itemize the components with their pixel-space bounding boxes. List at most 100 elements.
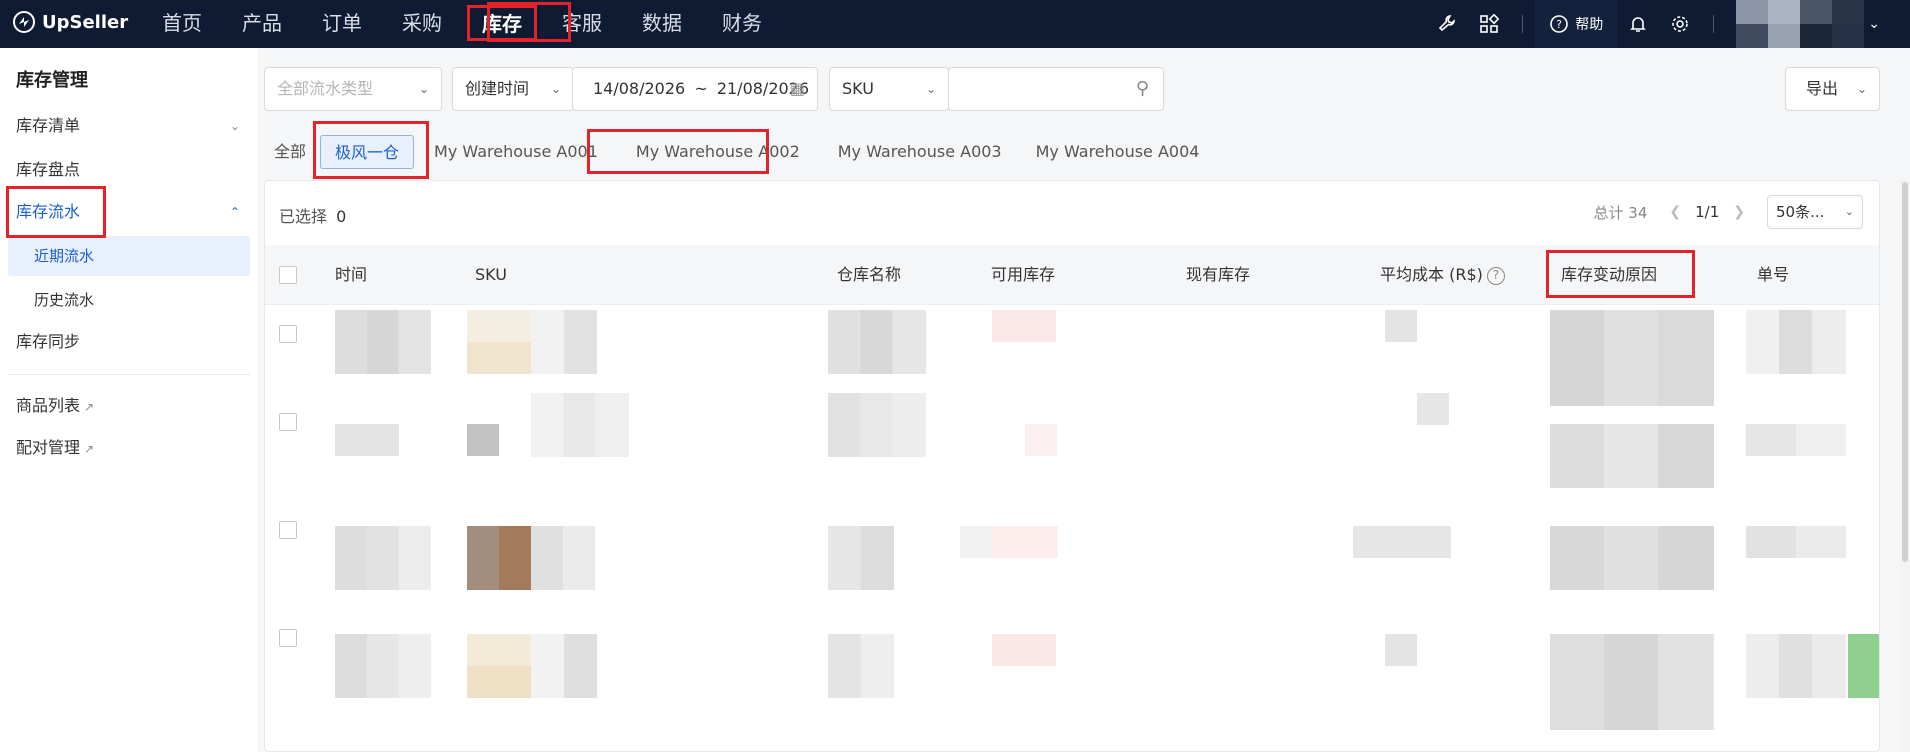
chevron-down-icon: ⌄ [1844,205,1854,218]
chevron-up-icon: ⌃ [229,205,240,219]
sidebar-item-inventory-flow[interactable]: 库存流水 ⌃ [0,192,250,232]
sidebar-item-product-list[interactable]: 商品列表 ↗ [0,386,250,426]
column-warehouse-name[interactable]: 仓库名称 [837,245,901,305]
sidebar-item-label: 配对管理 [16,438,81,457]
sidebar-item-history-flow[interactable]: 历史流水 [8,280,250,320]
sidebar-item-label: 历史流水 [34,291,95,309]
tab-warehouse-a004[interactable]: My Warehouse A004 [1022,135,1214,169]
search-field-select[interactable]: SKU ⌄ [829,67,949,111]
search-input[interactable]: ⚲ [948,67,1164,111]
svg-text:?: ? [1556,18,1562,31]
help-circle-icon: ? [1550,15,1569,33]
sidebar-item-inventory-list[interactable]: 库存清单 ⌄ [0,106,250,146]
redacted-order [1746,424,1846,456]
redacted-available [1025,424,1057,456]
nav-home-label: 首页 [162,11,202,35]
nav-home[interactable]: 首页 [142,0,222,48]
avatar[interactable] [1736,0,1865,48]
redacted-order [1746,526,1846,558]
redacted-cost [1353,526,1451,558]
bell-icon[interactable] [1627,13,1649,35]
sidebar-item-inventory-sync[interactable]: 库存同步 [0,322,250,362]
sidebar-item-label: 库存流水 [16,202,81,221]
sidebar-title: 库存管理 [16,70,88,91]
app-logo[interactable]: UpSeller [12,10,128,34]
flow-table-card: 已选择 0 总计 34 ❮ 1/1 ❯ 50条... ⌄ 时间 SKU 仓库名称… [264,180,1880,752]
sidebar-item-stocktake[interactable]: 库存盘点 [0,150,250,190]
prev-page-icon[interactable]: ❮ [1669,204,1681,220]
row-checkbox[interactable] [279,629,297,647]
redacted-sku-image [467,634,531,698]
column-sku[interactable]: SKU [475,245,507,305]
tab-jifeng-warehouse[interactable]: 极风一仓 [320,135,415,169]
nav-purchasing[interactable]: 采购 [382,0,462,48]
column-average-cost[interactable]: 平均成本 (R$)? [1380,245,1505,305]
column-available-stock[interactable]: 可用库存 [991,245,1055,305]
nav-customer-service[interactable]: 客服 [542,0,622,48]
search-icon[interactable]: ⚲ [1136,68,1149,110]
redacted-cost [1385,634,1417,666]
nav-products[interactable]: 产品 [222,0,302,48]
flow-type-select[interactable]: 全部流水类型 ⌄ [264,67,442,111]
warehouse-tabs: 全部 极风一仓 My Warehouse A001 My Warehouse A… [264,132,1217,172]
nav-orders-label: 订单 [322,11,362,35]
tab-warehouse-a002[interactable]: My Warehouse A002 [622,135,814,169]
page-size-select[interactable]: 50条... ⌄ [1767,195,1863,229]
tab-warehouse-a003[interactable]: My Warehouse A003 [824,135,1016,169]
nav-orders[interactable]: 订单 [302,0,382,48]
tab-warehouse-a001[interactable]: My Warehouse A001 [420,135,612,169]
redacted-time [335,526,431,590]
column-onhand-stock[interactable]: 现有库存 [1186,245,1250,305]
table-row[interactable] [265,305,1879,413]
wrench-icon[interactable] [1436,13,1458,35]
scrollbar-thumb[interactable] [1902,182,1908,562]
apps-grid-icon[interactable] [1478,13,1500,35]
sidebar-item-recent-flow[interactable]: 近期流水 [8,236,250,276]
nav-inventory[interactable]: 库存 [462,0,542,48]
redacted-order [1746,634,1846,698]
nav-finance-label: 财务 [722,11,762,35]
page-number: 1/1 [1695,203,1720,221]
redacted-time [335,424,399,456]
export-label: 导出 [1806,79,1839,98]
next-page-icon[interactable]: ❯ [1733,204,1745,220]
redacted-warehouse [828,634,894,698]
row-checkbox[interactable] [279,521,297,539]
calendar-icon: ▦ [789,79,805,98]
redacted-time [335,634,431,698]
time-type-value: 创建时间 [465,79,530,98]
table-toolbar: 已选择 0 总计 34 ❮ 1/1 ❯ 50条... ⌄ [265,181,1879,245]
help-label: 帮助 [1575,17,1604,33]
sidebar-item-label: 库存盘点 [16,160,81,179]
column-order-number[interactable]: 单号 [1757,245,1789,305]
logo-text: UpSeller [42,11,129,33]
chevron-down-icon: ⌄ [550,82,561,96]
chevron-down-icon: ⌄ [229,119,240,133]
column-time[interactable]: 时间 [335,245,367,305]
export-button[interactable]: 导出 ⌄ [1785,67,1880,111]
tab-all[interactable]: 全部 [264,135,316,169]
help-circle-icon[interactable]: ? [1486,266,1505,285]
gear-icon[interactable] [1669,13,1691,35]
table-row[interactable] [265,629,1879,737]
selected-count: 已选择 0 [279,203,346,227]
external-link-icon: ↗ [84,400,95,414]
select-all-checkbox[interactable] [279,266,297,284]
top-navigation-bar: UpSeller 首页 产品 订单 采购 库存 客服 数据 财务 ? 帮助 ⌄ [0,0,1910,48]
redacted-status [1848,634,1879,698]
time-type-select[interactable]: 创建时间 ⌄ [452,67,574,111]
row-checkbox[interactable] [279,413,297,431]
nav-finance[interactable]: 财务 [702,0,782,48]
sidebar-item-pairing[interactable]: 配对管理 ↗ [0,428,250,468]
redacted-reason [1550,526,1714,590]
nav-data[interactable]: 数据 [622,0,702,48]
chevron-down-icon: ⌄ [1856,82,1867,96]
table-row[interactable] [265,393,1879,521]
help-button[interactable]: ? 帮助 [1535,0,1618,48]
main-nav: 首页 产品 订单 采购 库存 客服 数据 财务 [142,0,782,48]
column-change-reason[interactable]: 库存变动原因 [1561,245,1657,305]
chevron-down-icon[interactable]: ⌄ [1868,16,1880,32]
table-row[interactable] [265,521,1879,629]
date-range-picker[interactable]: 14/08/2026 ~ 21/08/2026 ▦ [572,67,818,111]
row-checkbox[interactable] [279,325,297,343]
